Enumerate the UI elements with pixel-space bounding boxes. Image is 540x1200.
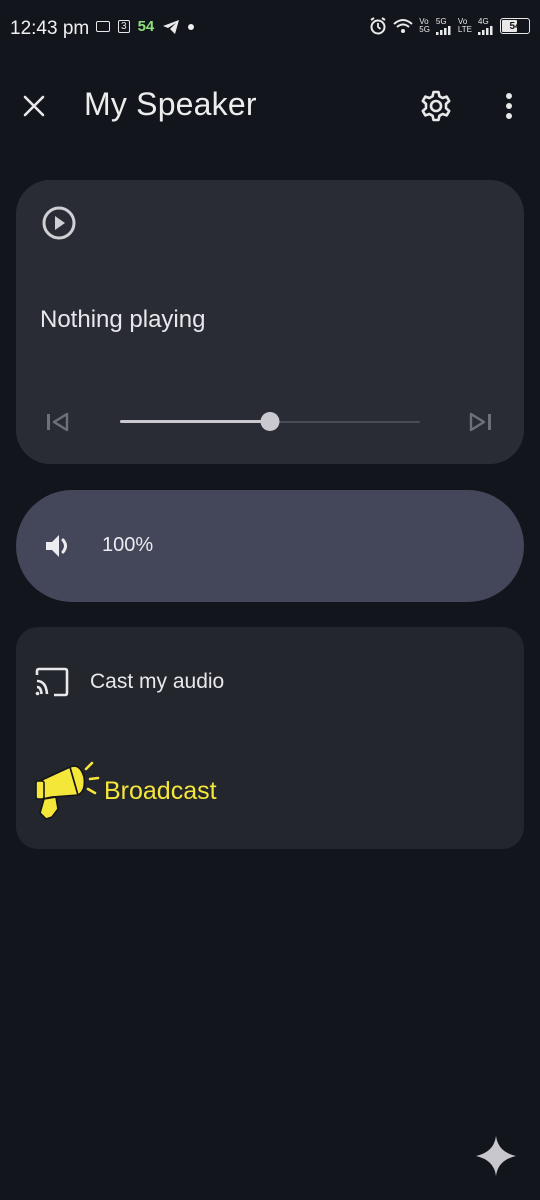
more-options-button[interactable] — [490, 84, 528, 128]
play-button[interactable] — [40, 204, 78, 242]
skip-previous-icon — [47, 412, 69, 432]
status-bar: 12:43 pm 3 54 Vo 5G 5G Vo LTE 4G 54 — [0, 0, 540, 56]
close-icon — [23, 95, 45, 117]
status-right-icons: Vo 5G 5G Vo LTE 4G 54 — [369, 17, 530, 35]
signal-indicator-1: 5G — [435, 16, 452, 35]
skip-next-icon — [469, 412, 491, 432]
network-label: 4G — [478, 16, 489, 26]
now-playing-status: Nothing playing — [40, 306, 206, 333]
assistant-button[interactable] — [474, 1134, 518, 1178]
volte-indicator-1: Vo 5G — [419, 18, 430, 34]
volume-slider[interactable]: 100% — [16, 490, 524, 602]
cast-icon — [35, 667, 69, 697]
broadcast-label: Broadcast — [104, 777, 217, 805]
megaphone-icon — [35, 761, 100, 820]
network-label: 5G — [435, 16, 447, 26]
battery-icon: 54 — [500, 18, 530, 34]
volte-indicator-2: Vo LTE — [458, 18, 472, 34]
wifi-icon — [393, 19, 413, 33]
broadcast-item[interactable]: Broadcast — [16, 755, 524, 829]
signal-icon — [478, 25, 493, 35]
screen-icon — [96, 21, 110, 32]
gear-icon — [421, 90, 451, 122]
notification-dot — [188, 23, 195, 30]
play-circle-icon — [42, 206, 76, 240]
notification-count: 54 — [137, 18, 155, 35]
sim-badge: 3 — [118, 20, 130, 33]
more-vert-icon — [506, 93, 512, 119]
sparkle-icon — [476, 1136, 516, 1176]
network-label: LTE — [457, 25, 472, 34]
signal-icon — [435, 25, 451, 35]
alarm-icon — [370, 17, 386, 35]
status-time: 12:43 pm — [10, 18, 90, 39]
seek-slider[interactable] — [120, 412, 420, 432]
seek-progress — [120, 420, 270, 423]
app-bar: My Speaker — [0, 72, 540, 138]
volume-icon — [46, 535, 67, 557]
volume-value: 100% — [102, 534, 154, 556]
next-button[interactable] — [466, 408, 496, 436]
close-button[interactable] — [14, 86, 54, 126]
signal-indicator-2: 4G — [478, 16, 494, 35]
seek-thumb[interactable] — [260, 412, 280, 431]
settings-button[interactable] — [414, 84, 458, 128]
cast-my-audio-item[interactable]: Cast my audio — [16, 657, 524, 707]
media-card: Nothing playing — [16, 180, 524, 464]
actions-card: Cast my audio Broadcast — [16, 627, 524, 849]
battery-level: 54 — [509, 20, 521, 32]
network-label: 5G — [419, 25, 430, 34]
telegram-icon — [163, 19, 180, 34]
previous-button[interactable] — [42, 408, 72, 436]
status-notification-icons: 3 54 — [96, 18, 195, 35]
cast-my-audio-label: Cast my audio — [90, 670, 225, 693]
page-title: My Speaker — [84, 86, 257, 122]
